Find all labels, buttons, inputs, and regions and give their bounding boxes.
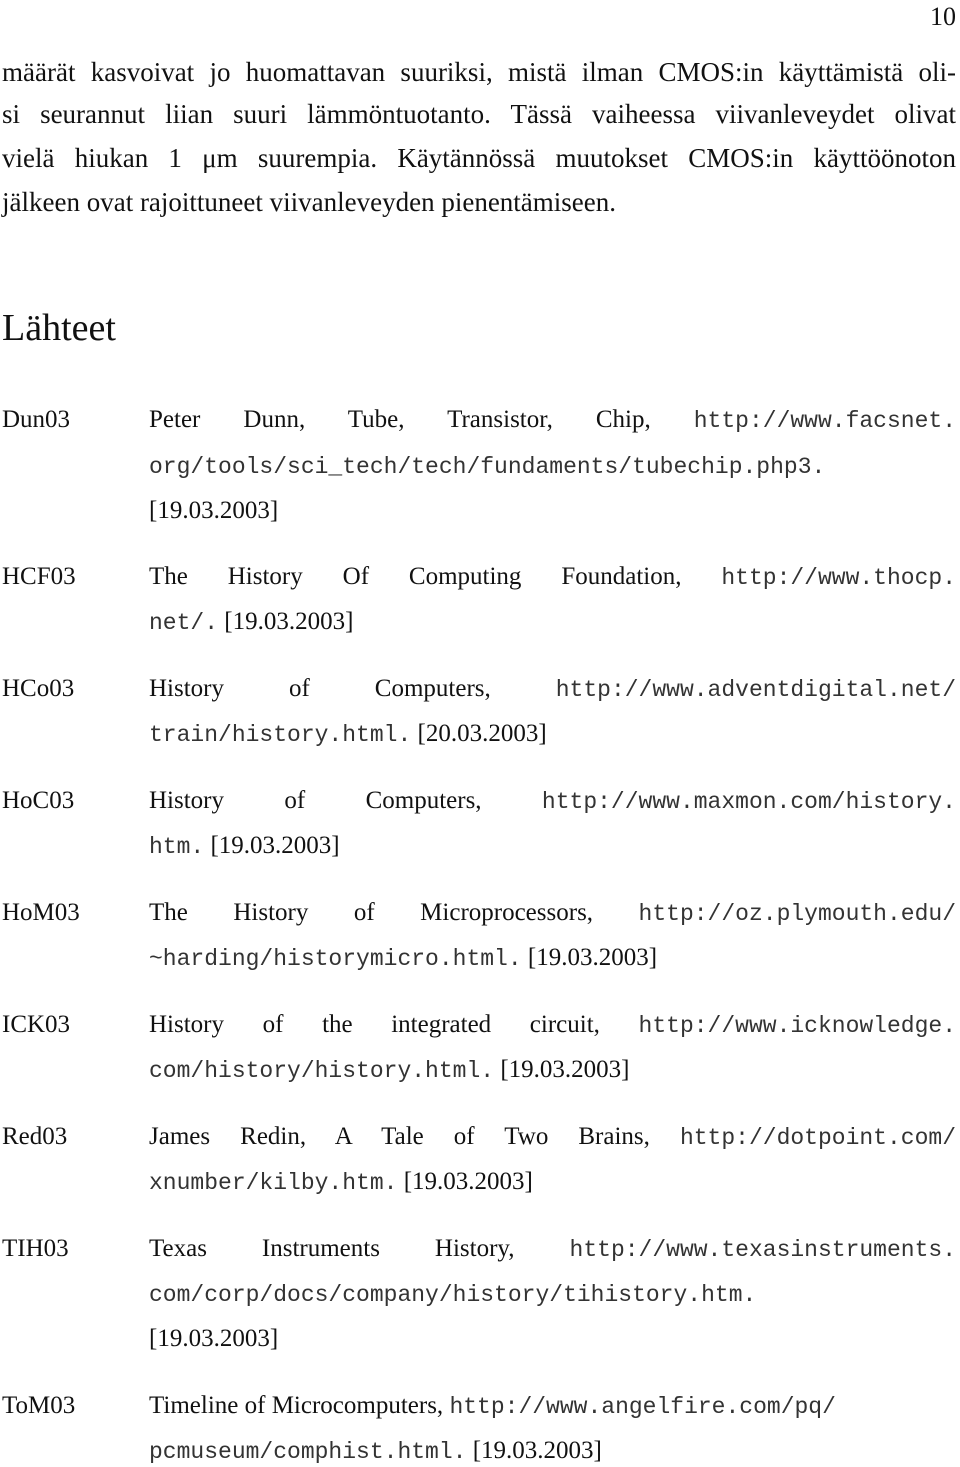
reference-key: TIH03: [2, 1235, 69, 1262]
reference-url[interactable]: com/corp/docs/company/history/tihistory.…: [149, 1282, 756, 1308]
reference-date: [19.03.2003]: [224, 608, 354, 635]
paragraph-line: jälkeen ovat rajoittuneet viivanleveyden…: [2, 187, 617, 217]
reference-title: History of Computers,: [149, 675, 556, 702]
reference-url[interactable]: http://www.angelfire.com/pq/: [449, 1394, 835, 1420]
reference-line: The History of Microprocessors, http://o…: [149, 898, 956, 929]
section-heading: Lähteet: [2, 307, 116, 349]
reference-url[interactable]: http://www.thocp.: [721, 565, 956, 591]
reference-key: ICK03: [2, 1011, 71, 1038]
reference-line: com/corp/docs/company/history/tihistory.…: [149, 1279, 956, 1310]
reference-line: htm. [19.03.2003]: [149, 831, 956, 862]
reference-line: pcmuseum/comphist.html. [19.03.2003]: [149, 1436, 956, 1467]
reference-key: Dun03: [2, 406, 71, 433]
reference-title: History of Computers,: [149, 787, 542, 814]
reference-title: Texas Instruments History,: [149, 1235, 570, 1262]
reference-line: Texas Instruments History, http://www.te…: [149, 1234, 956, 1265]
reference-title: Peter Dunn, Tube, Transistor, Chip,: [149, 406, 694, 433]
reference-line: The History Of Computing Foundation, htt…: [149, 562, 956, 593]
reference-key: HoC03: [2, 787, 75, 814]
reference-key: Red03: [2, 1123, 68, 1150]
reference-url[interactable]: xnumber/kilby.htm.: [149, 1170, 397, 1196]
reference-date: [19.03.2003]: [149, 497, 279, 524]
reference-url[interactable]: htm.: [149, 834, 204, 860]
reference-line: History of Computers, http://www.adventd…: [149, 674, 956, 705]
reference-title: The History Of Computing Foundation,: [149, 563, 722, 590]
reference-url[interactable]: org/tools/sci_tech/tech/fundaments/tubec…: [149, 454, 825, 480]
reference-url[interactable]: http://oz.plymouth.edu/: [639, 901, 956, 927]
reference-line: Peter Dunn, Tube, Transistor, Chip, http…: [149, 405, 956, 436]
reference-date: [19.03.2003]: [210, 832, 340, 859]
reference-line: xnumber/kilby.htm. [19.03.2003]: [149, 1167, 956, 1198]
reference-date: [19.03.2003]: [527, 944, 658, 971]
reference-date: [19.03.2003]: [403, 1168, 533, 1195]
reference-line: train/history.html. [20.03.2003]: [149, 719, 956, 750]
paragraph-line: si seurannut liian suuri lämmöntuotanto.…: [2, 99, 956, 129]
reference-url[interactable]: net/.: [149, 610, 218, 636]
reference-line: com/history/history.html. [19.03.2003]: [149, 1055, 956, 1086]
reference-line: net/. [19.03.2003]: [149, 607, 956, 638]
paragraph-line: määrät kasvoivat jo huomattavan suuriksi…: [2, 57, 956, 87]
reference-title: The History of Microprocessors,: [149, 899, 639, 926]
reference-title: James Redin, A Tale of Two Brains,: [149, 1123, 680, 1150]
reference-line: History of Computers, http://www.maxmon.…: [149, 786, 956, 817]
reference-url[interactable]: com/history/history.html.: [149, 1058, 494, 1084]
reference-line: [19.03.2003]: [149, 496, 956, 526]
reference-key: HCF03: [2, 563, 76, 590]
reference-line: James Redin, A Tale of Two Brains, http:…: [149, 1122, 956, 1153]
reference-title: History of the integrated circuit,: [149, 1011, 639, 1038]
reference-url[interactable]: http://www.facsnet.: [694, 408, 956, 434]
reference-url[interactable]: http://www.texasinstruments.: [570, 1237, 956, 1263]
reference-key: ToM03: [2, 1392, 76, 1419]
reference-key: HoM03: [2, 899, 80, 926]
reference-title: Timeline of Microcomputers,: [149, 1392, 450, 1419]
reference-line: org/tools/sci_tech/tech/fundaments/tubec…: [149, 451, 956, 482]
reference-key: HCo03: [2, 675, 75, 702]
page-number: 10: [930, 2, 956, 31]
reference-url[interactable]: ~harding/historymicro.html.: [149, 946, 522, 972]
reference-date: [20.03.2003]: [417, 720, 547, 747]
reference-url[interactable]: http://www.adventdigital.net/: [556, 677, 956, 703]
reference-url[interactable]: http://dotpoint.com/: [680, 1125, 956, 1151]
reference-url[interactable]: http://www.maxmon.com/history.: [542, 789, 956, 815]
reference-url[interactable]: pcmuseum/comphist.html.: [149, 1439, 466, 1465]
paragraph-line: vielä hiukan 1 μm suurempia. Käytännössä…: [2, 143, 956, 173]
reference-line: Timeline of Microcomputers, http://www.a…: [149, 1391, 956, 1422]
reference-url[interactable]: http://www.icknowledge.: [639, 1013, 956, 1039]
reference-date: [19.03.2003]: [472, 1437, 602, 1464]
reference-line: [19.03.2003]: [149, 1324, 956, 1354]
reference-date: [19.03.2003]: [149, 1325, 279, 1352]
reference-date: [19.03.2003]: [500, 1056, 630, 1083]
reference-line: History of the integrated circuit, http:…: [149, 1010, 956, 1041]
reference-url[interactable]: train/history.html.: [149, 722, 411, 748]
reference-line: ~harding/historymicro.html. [19.03.2003]: [149, 943, 956, 974]
